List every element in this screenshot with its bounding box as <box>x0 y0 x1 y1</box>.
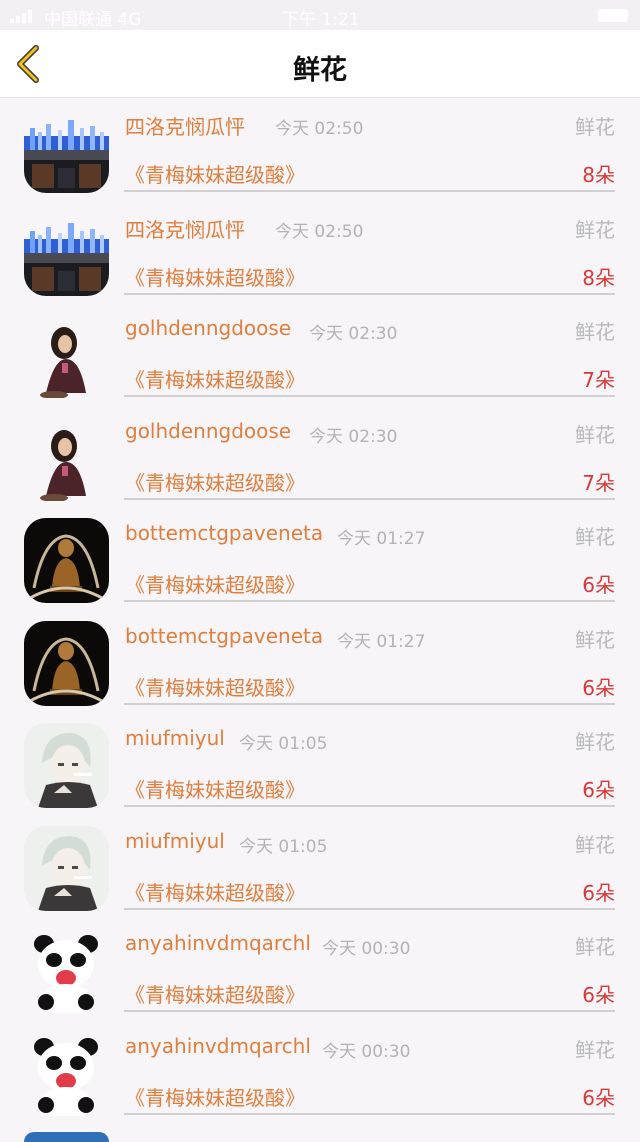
gift-type: 鲜花 <box>575 1037 615 1062</box>
list-item[interactable]: anyahinvdmqarchl 今天 00:30 鲜花 《青梅妹妹超级酸》 6… <box>0 919 640 1022</box>
flower-count: 6朵 <box>582 778 615 802</box>
flower-count: 8朵 <box>582 163 615 187</box>
book-title[interactable]: 《青梅妹妹超级酸》 <box>125 364 305 393</box>
book-title[interactable]: 《青梅妹妹超级酸》 <box>125 467 305 496</box>
gift-type: 鲜花 <box>575 832 615 857</box>
user-name[interactable]: bottemctgpaveneta <box>125 521 323 545</box>
divider <box>124 907 615 910</box>
avatar[interactable] <box>24 620 109 706</box>
timestamp: 今天 02:50 <box>275 221 364 242</box>
book-title[interactable]: 《青梅妹妹超级酸》 <box>125 979 305 1008</box>
list-item[interactable]: anyahinvdmqarchl 今天 00:30 鲜花 《青梅妹妹超级酸》 6… <box>0 1022 640 1125</box>
list-item[interactable]: 四洛克悯瓜怦 今天 02:50 鲜花 《青梅妹妹超级酸》 8朵 <box>0 99 640 202</box>
timestamp: 今天 02:30 <box>309 324 398 344</box>
list-item[interactable]: 四洛克悯瓜怦 今天 02:50 鲜花 《青梅妹妹超级酸》 8朵 <box>0 202 640 305</box>
user-name[interactable]: 四洛克悯瓜怦 <box>125 214 245 243</box>
avatar <box>24 1132 109 1142</box>
divider <box>124 497 615 500</box>
flower-count: 6朵 <box>582 880 615 905</box>
list-item[interactable]: miufmiyul 今天 01:05 鲜花 《青梅妹妹超级酸》 6朵 <box>0 817 640 920</box>
gift-type: 鲜花 <box>575 935 615 959</box>
divider <box>124 292 615 295</box>
list-item[interactable]: golhdenngdoose 今天 02:30 鲜花 《青梅妹妹超级酸》 7朵 <box>0 304 640 407</box>
carrier-label: 中国联通 4G <box>44 10 142 30</box>
status-bar: 中国联通 4G 下午 1:21 <box>0 0 640 30</box>
avatar[interactable] <box>24 415 109 501</box>
gift-type: 鲜花 <box>575 730 615 754</box>
avatar[interactable] <box>24 928 109 1013</box>
user-name[interactable]: anyahinvdmqarchl <box>125 1034 311 1058</box>
flower-count: 6朵 <box>582 573 615 597</box>
timestamp: 今天 02:50 <box>275 119 364 139</box>
divider <box>124 395 615 397</box>
divider <box>124 190 615 192</box>
timestamp: 今天 00:30 <box>322 1041 411 1062</box>
book-title[interactable]: 《青梅妹妹超级酸》 <box>125 672 305 701</box>
avatar[interactable] <box>24 1030 109 1116</box>
gift-type: 鲜花 <box>575 422 615 447</box>
timestamp: 今天 01:27 <box>337 529 426 549</box>
list-item[interactable]: bottemctgpaveneta 今天 01:27 鲜花 《青梅妹妹超级酸》 … <box>0 509 640 612</box>
timestamp: 今天 00:30 <box>322 939 411 959</box>
signal-icon <box>10 10 32 23</box>
avatar[interactable] <box>24 210 109 296</box>
flower-count: 6朵 <box>582 1085 615 1110</box>
flower-count: 6朵 <box>582 675 615 700</box>
flower-count: 8朵 <box>582 265 615 290</box>
timestamp: 今天 01:05 <box>239 734 328 754</box>
book-title[interactable]: 《青梅妹妹超级酸》 <box>125 569 305 598</box>
user-name[interactable]: anyahinvdmqarchl <box>125 931 311 955</box>
gift-type: 鲜花 <box>575 217 615 242</box>
gift-type: 鲜花 <box>575 320 615 344</box>
book-title[interactable]: 《青梅妹妹超级酸》 <box>125 877 305 906</box>
divider <box>124 1112 615 1115</box>
divider <box>124 805 615 807</box>
book-title[interactable]: 《青梅妹妹超级酸》 <box>125 774 305 803</box>
user-name[interactable]: miufmiyul <box>125 726 225 750</box>
user-name[interactable]: golhdenngdoose <box>125 316 291 340</box>
list-item[interactable]: bottemctgpaveneta 今天 01:27 鲜花 《青梅妹妹超级酸》 … <box>0 612 640 715</box>
avatar[interactable] <box>24 313 109 398</box>
flower-record-list: 四洛克悯瓜怦 今天 02:50 鲜花 《青梅妹妹超级酸》 8朵 四洛克悯瓜怦 今… <box>0 99 640 1124</box>
avatar[interactable] <box>24 108 109 193</box>
gift-type: 鲜花 <box>575 627 615 652</box>
user-name[interactable]: miufmiyul <box>125 829 225 853</box>
book-title[interactable]: 《青梅妹妹超级酸》 <box>125 159 305 188</box>
avatar[interactable] <box>24 825 109 911</box>
battery-icon <box>598 9 628 22</box>
list-item[interactable]: miufmiyul 今天 01:05 鲜花 《青梅妹妹超级酸》 6朵 <box>0 714 640 817</box>
divider <box>124 702 615 705</box>
flower-count: 7朵 <box>582 368 615 392</box>
avatar[interactable] <box>24 723 109 808</box>
user-name[interactable]: bottemctgpaveneta <box>125 624 323 648</box>
flower-count: 7朵 <box>582 470 615 495</box>
divider <box>124 600 615 602</box>
user-name[interactable]: 四洛克悯瓜怦 <box>125 111 245 140</box>
timestamp: 今天 01:05 <box>239 836 328 857</box>
status-time: 下午 1:21 <box>282 10 360 30</box>
list-item[interactable]: golhdenngdoose 今天 02:30 鲜花 《青梅妹妹超级酸》 7朵 <box>0 407 640 510</box>
flower-count: 6朵 <box>582 983 615 1007</box>
timestamp: 今天 01:27 <box>337 631 426 652</box>
book-title[interactable]: 《青梅妹妹超级酸》 <box>125 262 305 291</box>
nav-bar: 鲜花 <box>0 30 640 98</box>
avatar[interactable] <box>24 518 109 603</box>
book-title[interactable]: 《青梅妹妹超级酸》 <box>125 1082 305 1111</box>
user-name[interactable]: golhdenngdoose <box>125 419 291 443</box>
divider <box>124 1010 615 1012</box>
gift-type: 鲜花 <box>575 115 615 139</box>
page-title: 鲜花 <box>293 55 347 86</box>
timestamp: 今天 02:30 <box>309 426 398 447</box>
gift-type: 鲜花 <box>575 525 615 549</box>
